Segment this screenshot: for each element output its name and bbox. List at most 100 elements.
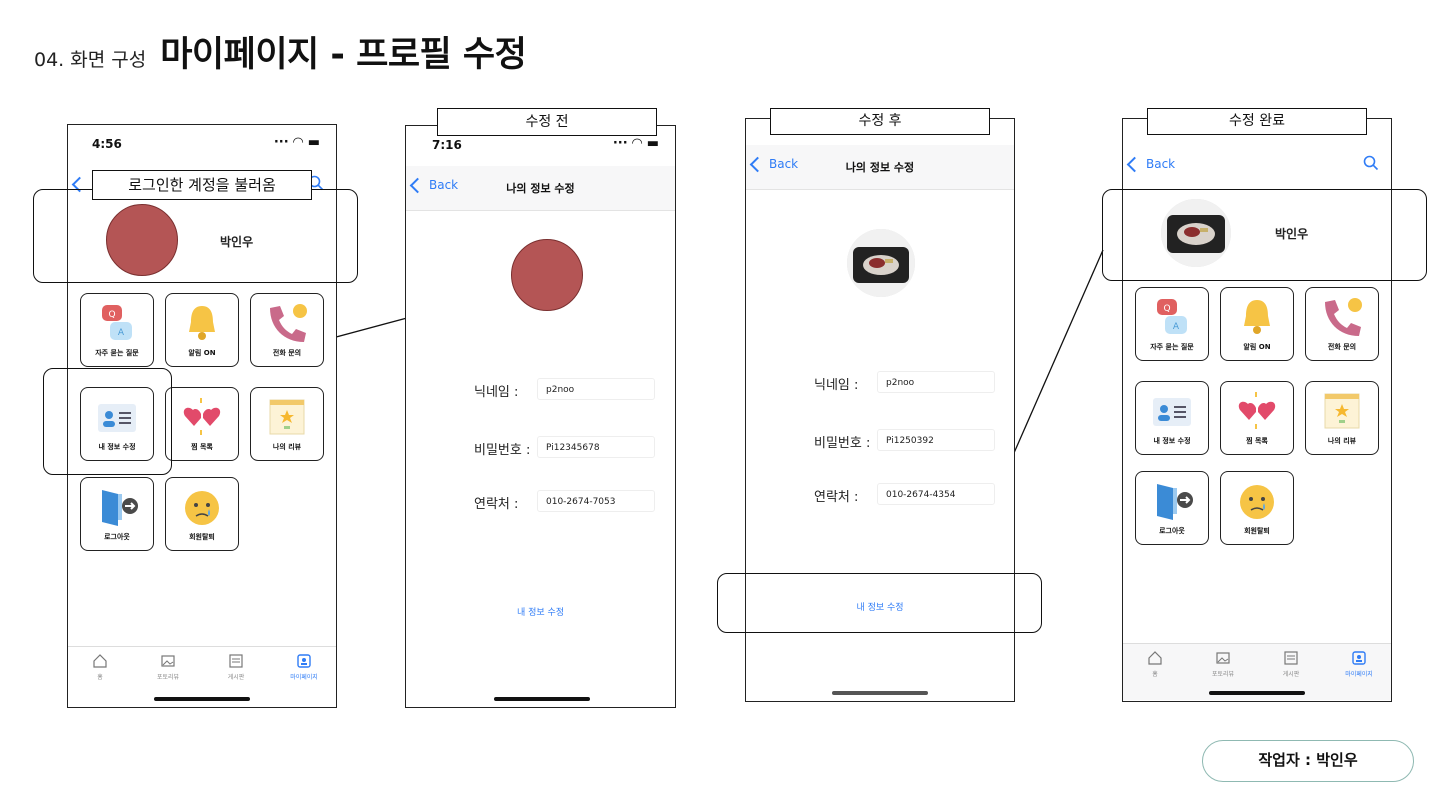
tab-mypage[interactable]: 마이페이지 [1329,650,1389,678]
tile-my-review[interactable]: 나의 리뷰 [250,387,324,461]
person-icon [297,654,311,668]
tile-label: 찜 목록 [191,443,213,451]
phone-label: 연락처 : [814,490,859,505]
person-icon [1352,651,1366,665]
tile-notification[interactable]: 알림 ON [1220,287,1294,361]
nav-bar: Back 나의 정보 수정 [746,145,1014,190]
nav-bar: Back [1123,145,1391,189]
review-icon [269,399,305,435]
tab-photo-review[interactable]: 포토리뷰 [1193,650,1253,678]
page-header: 04. 화면 구성 마이페이지 - 프로필 수정 [34,26,527,76]
tile-call[interactable]: 전화 문의 [250,293,324,367]
sad-face-icon [1240,485,1274,519]
review-icon [1324,393,1360,429]
tab-board[interactable]: 게시판 [1261,650,1321,678]
svg-text:Q: Q [108,310,115,320]
svg-text:Q: Q [1163,304,1170,314]
faq-icon: QA [102,305,132,340]
logout-icon [102,490,138,526]
tile-withdraw[interactable]: 회원탈퇴 [1220,471,1294,545]
phone-field[interactable]: 010-2674-4354 [877,483,995,505]
password-field[interactable]: Pi1250392 [877,429,995,451]
home-indicator [494,697,590,701]
back-label: Back [1146,157,1176,171]
tile-logout[interactable]: 로그아웃 [1135,471,1209,545]
phone-field[interactable]: 010-2674-7053 [537,490,655,512]
tab-mypage[interactable]: 마이페이지 [274,653,334,681]
avatar-photo [847,229,915,297]
tab-label: 포토리뷰 [156,674,180,681]
tile-label: 자주 묻는 질문 [1150,343,1194,351]
tile-faq[interactable]: QA 자주 묻는 질문 [80,293,154,367]
caption-after: 수정 후 [770,108,990,135]
status-icons: ··· ◠ ▬ [273,135,320,150]
callout-updated-profile [1102,189,1427,281]
faq-icon: QA [1157,299,1187,334]
tile-label: 나의 리뷰 [1327,437,1357,445]
nickname-field[interactable]: p2noo [537,378,655,400]
caption-complete: 수정 완료 [1147,108,1367,135]
password-field[interactable]: Pi12345678 [537,436,655,458]
status-time: 7:16 [432,138,462,152]
tab-board[interactable]: 게시판 [206,653,266,681]
tile-label: 로그아웃 [1159,527,1185,535]
tile-logout[interactable]: 로그아웃 [80,477,154,551]
tab-label: 홈 [97,674,103,681]
tile-label: 나의 리뷰 [272,443,302,451]
tile-call[interactable]: 전화 문의 [1305,287,1379,361]
logout-icon [1157,484,1193,520]
hearts-icon [1238,392,1276,429]
back-button[interactable]: Back [1126,156,1176,172]
tile-wishlist[interactable]: 찜 목록 [165,387,239,461]
password-label: 비밀번호 : [474,443,531,458]
tile-label: 자주 묻는 질문 [95,349,139,357]
tab-label: 마이페이지 [1345,671,1373,678]
tab-label: 포토리뷰 [1211,671,1235,678]
tile-my-review[interactable]: 나의 리뷰 [1305,381,1379,455]
svg-text:A: A [118,328,125,338]
search-icon[interactable] [1363,155,1379,175]
tile-label: 전화 문의 [1327,343,1357,351]
avatar [511,239,583,311]
tile-label: 전화 문의 [272,349,302,357]
board-icon [229,654,243,668]
phone-icon [1325,298,1362,336]
tile-notification[interactable]: 알림 ON [165,293,239,367]
status-icons: ··· ◠ ▬ [612,136,659,151]
tile-withdraw[interactable]: 회원탈퇴 [165,477,239,551]
tile-faq[interactable]: QA 자주 묻는 질문 [1135,287,1209,361]
tile-edit-profile[interactable]: 내 정보 수정 [1135,381,1209,455]
tab-photo-review[interactable]: 포토리뷰 [138,653,198,681]
sad-face-icon [185,491,219,525]
nav-bar: Back 나의 정보 수정 [406,166,675,211]
phone-label: 연락처 : [474,497,519,512]
tile-label: 찜 목록 [1246,437,1268,445]
tile-label: 회원탈퇴 [189,533,215,541]
tab-home[interactable]: 홈 [70,653,130,681]
board-icon [1284,651,1298,665]
callout-submit [717,573,1042,633]
tile-label: 로그아웃 [104,533,130,541]
tile-label: 내 정보 수정 [1153,437,1191,445]
submit-button[interactable]: 내 정보 수정 [406,605,675,618]
home-icon [93,654,107,668]
tab-label: 게시판 [227,674,245,681]
phone-before-edit: 7:16 ··· ◠ ▬ Back 나의 정보 수정 닉네임 : p2noo 비… [405,125,676,708]
tile-label: 회원탈퇴 [1244,527,1270,535]
nickname-field[interactable]: p2noo [877,371,995,393]
photo-icon [161,655,175,667]
home-icon [1148,651,1162,665]
tile-wishlist[interactable]: 찜 목록 [1220,381,1294,455]
caption-before: 수정 전 [437,108,657,136]
chevron-left-icon [1126,156,1143,172]
section-label: 04. 화면 구성 [34,49,147,71]
page-title: 마이페이지 - 프로필 수정 [160,35,527,75]
author-badge: 작업자 : 박인우 [1202,740,1414,782]
status-time: 4:56 [92,137,122,151]
tab-home[interactable]: 홈 [1125,650,1185,678]
callout-edit-tile [43,368,172,475]
tab-label: 마이페이지 [290,674,318,681]
tile-label: 알림 ON [188,349,216,357]
status-bar: 4:56 ··· ◠ ▬ [68,125,336,165]
nickname-label: 닉네임 : [814,378,859,393]
